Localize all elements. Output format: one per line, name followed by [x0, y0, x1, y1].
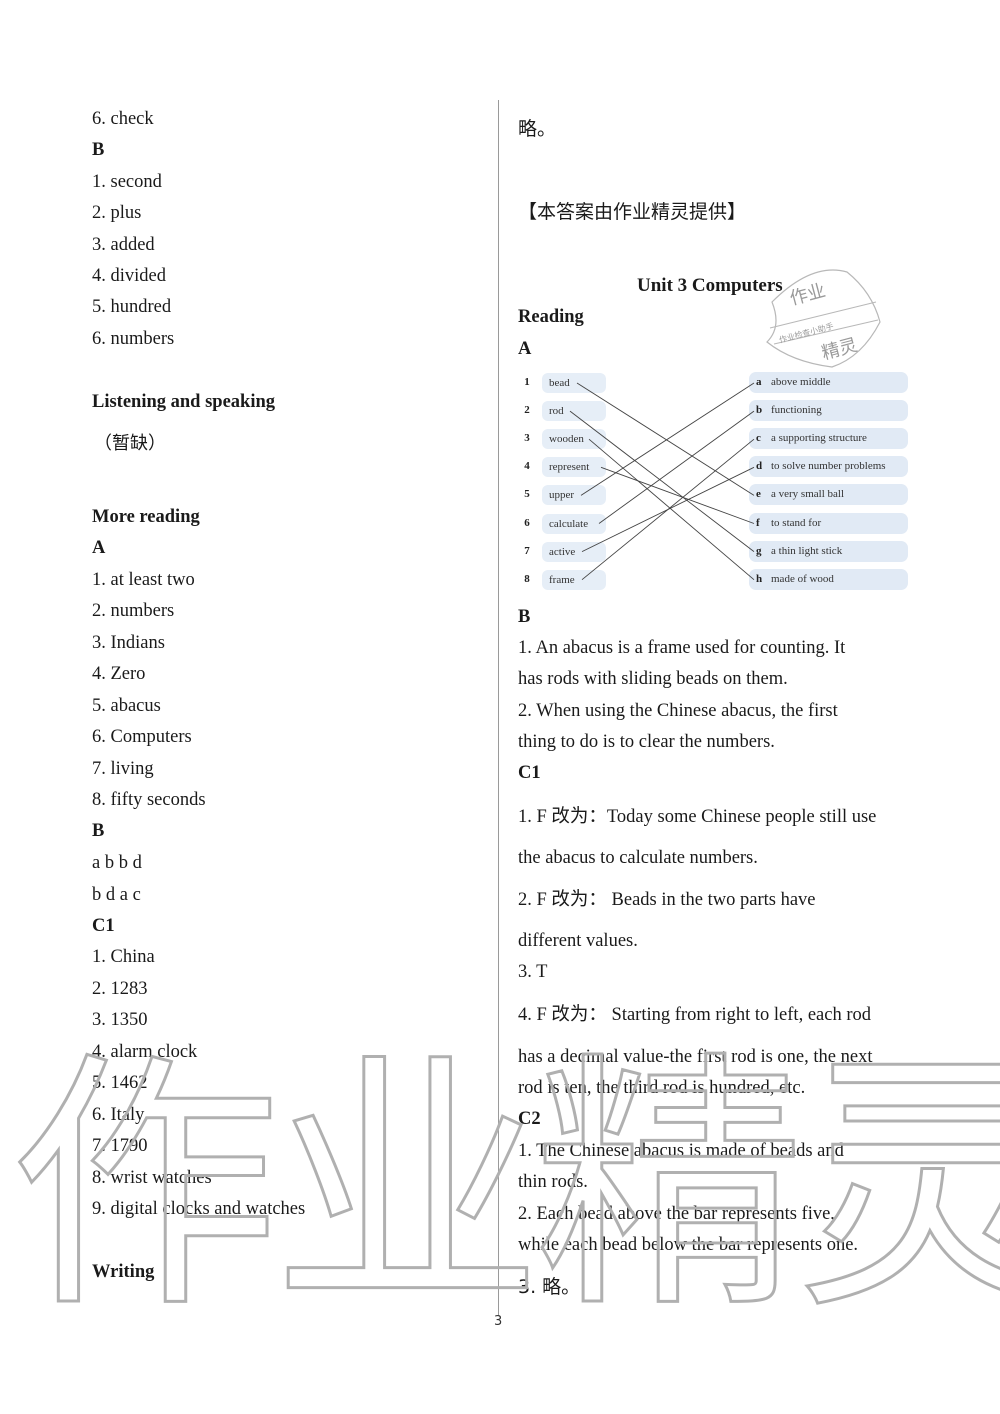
- answer-line: 3. added: [92, 235, 155, 255]
- answer-line: 2. Each bead above the bar represents fi…: [518, 1204, 835, 1224]
- page-number: 3: [494, 1314, 503, 1329]
- answer-line: 7. 1790: [92, 1136, 148, 1156]
- answer-line: 9. digital clocks and watches: [92, 1199, 306, 1219]
- section-heading: B: [518, 607, 531, 627]
- section-heading: C2: [518, 1109, 541, 1129]
- answer-line: 7. living: [92, 759, 154, 779]
- answer-line: 4. alarm clock: [92, 1042, 198, 1062]
- section-heading: C1: [518, 763, 541, 783]
- answer-line: 5. 1462: [92, 1073, 148, 1093]
- answer-line: 1. at least two: [92, 570, 195, 590]
- answer-line: 3. 1350: [92, 1010, 148, 1030]
- section-heading: C1: [92, 916, 115, 936]
- answer-line: 1. China: [92, 947, 155, 967]
- answer-line: （暂缺）: [94, 433, 166, 454]
- answer-line: 1. F 改为：Today some Chinese people still …: [518, 807, 877, 827]
- answer-line: 4. divided: [92, 266, 166, 286]
- answer-line: 6. Computers: [92, 727, 192, 747]
- section-heading: B: [92, 140, 105, 160]
- answer-line: b d a c: [92, 885, 141, 905]
- match-line-8-c: [581, 438, 755, 581]
- answer-line: has rods with sliding beads on them.: [518, 669, 788, 689]
- answer-line: 2. plus: [92, 203, 142, 223]
- section-a-heading: A: [518, 339, 532, 359]
- section-heading: A: [92, 538, 106, 558]
- answer-line: 6. numbers: [92, 329, 175, 349]
- answer-line: 1. second: [92, 172, 162, 192]
- answer-line: 2. numbers: [92, 601, 175, 621]
- answer-credit: 【本答案由作业精灵提供】: [518, 201, 747, 223]
- answer-line: 2. F 改为： Beads in the two parts have: [518, 890, 816, 910]
- answer-line: 8. wrist watches: [92, 1168, 212, 1188]
- answer-line: the abacus to calculate numbers.: [518, 848, 758, 868]
- reading-heading: Reading: [518, 307, 584, 327]
- stamp-top-text: 作业: [788, 280, 828, 310]
- answer-line: 4. Zero: [92, 664, 146, 684]
- section-heading: More reading: [92, 507, 200, 527]
- answer-line: 4. F 改为： Starting from right to left, ea…: [518, 1005, 871, 1025]
- omitted-note: 略。: [518, 118, 557, 140]
- section-heading: Writing: [92, 1262, 155, 1282]
- answer-line: 1. The Chinese abacus is made of beads a…: [518, 1141, 844, 1161]
- match-line-2-g: [569, 410, 755, 552]
- answer-line: different values.: [518, 931, 638, 951]
- stamp-watermark: 作业 作业检查小助手 精灵: [766, 269, 881, 368]
- match-lines: [569, 382, 755, 581]
- answer-line: 6. check: [92, 109, 154, 129]
- answer-line: thing to do is to clear the numbers.: [518, 732, 775, 752]
- answer-line: 5. abacus: [92, 696, 161, 716]
- answer-line: 3. Indians: [92, 633, 165, 653]
- matching-exercise: 1 bead 2 rod 3 wooden 4 represent 5 upper 6 calcula…: [518, 369, 913, 594]
- column-divider: [498, 100, 499, 1315]
- answer-line: 2. 1283: [92, 979, 148, 999]
- answer-line: 8. fifty seconds: [92, 790, 206, 810]
- answer-line: 3. T: [518, 962, 548, 982]
- answer-line: has a decimal value-the first rod is one…: [518, 1047, 873, 1067]
- match-line-3-h: [588, 438, 755, 581]
- answer-line: rod is ten, the third rod is hundred, et…: [518, 1078, 806, 1098]
- answer-line: 3. 略。: [518, 1276, 581, 1298]
- answer-line: 2. When using the Chinese abacus, the fi…: [518, 701, 838, 721]
- answer-line: thin rods.: [518, 1172, 588, 1192]
- answer-line: 1. An abacus is a frame used for countin…: [518, 638, 846, 658]
- answer-line: a b b d: [92, 853, 142, 873]
- section-heading: B: [92, 821, 105, 841]
- section-heading: Listening and speaking: [92, 392, 276, 412]
- answer-line: while each bead below the bar represents…: [518, 1235, 859, 1255]
- answer-line: 6. Italy: [92, 1105, 145, 1125]
- stamp-bottom-text: 精灵: [819, 335, 859, 365]
- answer-line: 5. hundred: [92, 297, 172, 317]
